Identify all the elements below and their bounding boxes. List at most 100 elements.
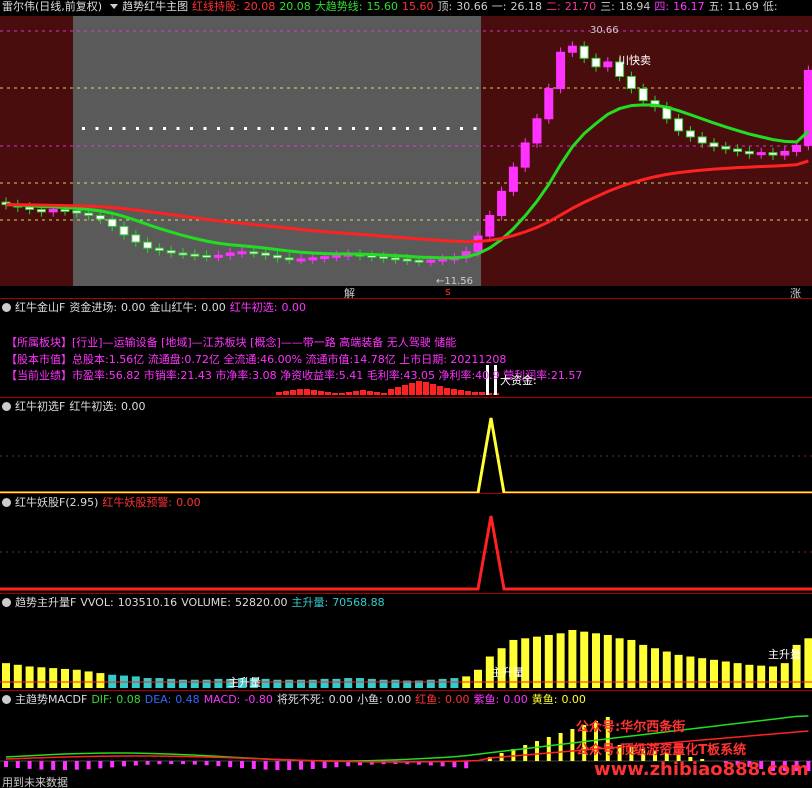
candle-body (284, 257, 294, 261)
level4-label: 四: (654, 0, 670, 13)
main-vol-marker: 主升量 (491, 666, 524, 679)
candle-body (792, 144, 802, 152)
macd-bar (27, 761, 32, 769)
volume-bar (367, 678, 376, 688)
watermark-1: 公众号:华尔西条街 (576, 720, 686, 735)
macd-bar (4, 761, 8, 767)
candle-body (154, 247, 164, 252)
indicator-name[interactable]: 趋势红牛主图 (122, 0, 188, 13)
macd-panel[interactable]: 主趋势MACDF DIF: 0.08 DEA: 0.48 MACD: -0.80 将死不死: 0… (0, 691, 812, 788)
panel-menu-icon[interactable] (2, 695, 11, 704)
volume-bar (344, 678, 353, 688)
watermark-3: www.zhibiao888.com (594, 759, 809, 780)
fund-bar (402, 385, 408, 395)
macd-bar (39, 761, 44, 770)
volume-bar (780, 663, 789, 688)
volume-bar (167, 678, 176, 688)
volume-bar (190, 679, 199, 688)
macd-bar (464, 761, 469, 769)
candle-body (532, 118, 542, 144)
volume-bar (202, 679, 211, 688)
marker-dot (325, 127, 328, 130)
volume-bar (710, 659, 718, 688)
candle-body (296, 258, 306, 262)
fund-bar (416, 381, 422, 395)
volume-bar (61, 668, 69, 688)
main-chart-panel[interactable]: 雷尔伟(日线,前复权) 趋势红牛主图 红线持股: 20.08 20.08 大趋势线: 15.… (0, 0, 812, 298)
macd-bar (15, 761, 20, 768)
yaogu-panel[interactable]: 红牛妖股F(2.95) 红牛妖股预警: 0.00 (0, 494, 812, 593)
volume-bar (37, 667, 46, 688)
main-vol-marker: 主升量 (228, 676, 261, 689)
candle-body (733, 148, 743, 152)
jinshan-name[interactable]: 红牛金山F (15, 301, 65, 314)
candle-body (379, 256, 389, 260)
macd-bar (275, 761, 280, 770)
macd-bar (523, 745, 528, 761)
fund-bar (423, 382, 429, 395)
dif-value: 0.08 (116, 693, 141, 706)
macd-bar (240, 761, 244, 769)
candle-body (331, 254, 341, 258)
macd-header: 主趋势MACDF DIF: 0.08 DEA: 0.48 MACD: -0.80 将死不死: 0… (0, 693, 590, 707)
level1-value: 26.18 (510, 0, 542, 13)
candle-body (272, 254, 282, 259)
macd-bar (287, 761, 292, 770)
panel-menu-icon[interactable] (2, 498, 11, 507)
marker-dot (163, 127, 166, 130)
candle-body (579, 45, 589, 59)
candle-body (603, 61, 613, 68)
sector-info: 【所属板块】[行业]—运输设备 [地域]—江苏板块 [概念]——带一路 高端装备… (6, 336, 457, 349)
volume-bar (214, 678, 223, 688)
volume-bar (733, 663, 742, 688)
fund-bar (409, 383, 415, 395)
candle-body (202, 254, 212, 258)
panel-menu-icon[interactable] (2, 598, 11, 607)
trend-label: 大趋势线: (314, 0, 363, 13)
main-vol-value: 70568.88 (332, 596, 385, 609)
volume-bar (556, 633, 565, 688)
volume-bar (297, 679, 305, 688)
panel-menu-icon[interactable] (2, 303, 11, 312)
dropdown-icon[interactable] (110, 4, 119, 9)
marker-dot (419, 127, 423, 130)
panel-menu-icon[interactable] (2, 402, 11, 411)
volume-name[interactable]: 趋势主升量F (15, 596, 76, 609)
candle-body (308, 257, 318, 261)
jinshan-label: 金山红牛: (149, 301, 198, 314)
volume-bar (261, 678, 270, 688)
volume-bar (438, 678, 447, 688)
macd-name[interactable]: 主趋势MACDF (15, 693, 87, 706)
fund-bar (297, 389, 303, 395)
candle-body (638, 88, 648, 102)
peak-price-label: 30.66 (590, 25, 619, 36)
candle-body (237, 251, 247, 255)
marker-dot (392, 127, 396, 130)
volume-header: 趋势主升量F VVOL: 103510.16 VOLUME: 52820.00 主升量: 7… (0, 596, 389, 610)
macd-bar (110, 761, 115, 768)
fund-bar (353, 391, 359, 395)
volume-bar (426, 679, 435, 688)
candle-body (438, 258, 448, 262)
volume-panel[interactable]: 趋势主升量F VVOL: 103510.16 VOLUME: 52820.00 主升量: 7… (0, 594, 812, 690)
hold-value-1: 20.08 (243, 0, 276, 13)
macd-label: MACD: (203, 693, 241, 706)
candle-body (591, 57, 601, 68)
fund-bar (276, 392, 282, 395)
hongyu-label: 红鱼: (415, 693, 441, 706)
volume-bar (674, 654, 683, 688)
vvol-label: VVOL: (80, 596, 114, 609)
volume-bar (615, 638, 624, 688)
chuxuan-name[interactable]: 红牛初选F (15, 400, 65, 413)
candle-body (190, 253, 200, 257)
macd-bar (228, 761, 233, 768)
volume-bar (804, 638, 812, 688)
jinshan-panel[interactable]: 红牛金山F 资金进场: 0.00 金山红牛: 0.00 红牛初选: 0.00 【所属板块】[… (0, 299, 812, 397)
main-chart-canvas[interactable] (0, 0, 812, 298)
chuxuan-panel[interactable]: 红牛初选F 红牛初选: 0.00 (0, 398, 812, 493)
jiangsi-label: 将死不死: (276, 693, 325, 706)
candle-body (544, 88, 554, 120)
marker-dot (352, 127, 355, 130)
marker-dot (298, 127, 301, 130)
yaogu-name[interactable]: 红牛妖股F(2.95) (15, 496, 98, 509)
